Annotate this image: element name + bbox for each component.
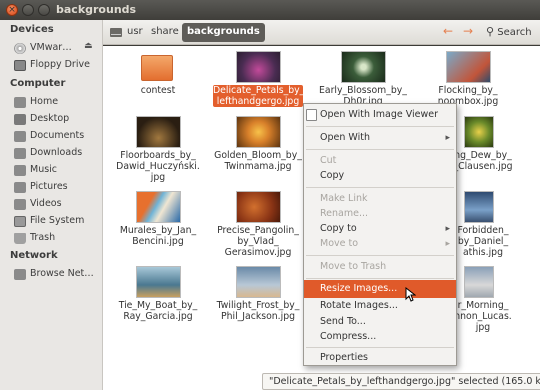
sidebar-item-label: VMwar… (30, 42, 72, 53)
menu-item-resize-images[interactable]: Resize Images... (304, 280, 456, 298)
forward-arrow-icon[interactable]: → (463, 24, 473, 38)
sidebar-item-documents[interactable]: Documents (14, 129, 103, 145)
menu-item-properties[interactable]: Properties (304, 349, 456, 367)
image-thumbnail (136, 191, 181, 223)
home-icon (14, 97, 26, 108)
file-label: Murales_by_Jan_ Bencini.jpg (119, 225, 197, 247)
sidebar-item-label: Floppy Drive (30, 59, 90, 70)
sidebar-item-music[interactable]: Music (14, 163, 103, 179)
menu-item-open-with[interactable]: Open With ▸ (304, 129, 456, 147)
minimize-window-button[interactable] (22, 4, 34, 16)
image-viewer-icon (306, 109, 317, 121)
image-thumbnail (236, 191, 281, 223)
downloads-icon (14, 148, 26, 159)
sidebar-item-trash[interactable]: Trash (14, 231, 103, 247)
music-icon (14, 165, 26, 176)
sidebar-item-desktop[interactable]: Desktop (14, 112, 103, 128)
sidebar-item-label: Documents (30, 130, 85, 141)
menu-item-move-to[interactable]: Move to ▸ (304, 235, 456, 253)
eject-icon[interactable]: ⏏ (84, 41, 93, 51)
sidebar-item-label: Pictures (30, 181, 68, 192)
image-thumbnail (236, 116, 281, 148)
pictures-icon (14, 182, 26, 193)
close-window-button[interactable]: × (6, 4, 18, 16)
file-label: Twilight_Frost_by_ Phil_Jackson.jpg (216, 300, 300, 322)
image-thumbnail (136, 116, 181, 148)
menu-item-open-with-image-viewer[interactable]: Open With Image Viewer (304, 106, 456, 124)
menu-separator (306, 347, 454, 348)
context-menu: Open With Image Viewer Open With ▸ Cut C… (303, 103, 457, 366)
sidebar-item-browse-network[interactable]: Browse Net… (14, 267, 103, 283)
sidebar-item-floppy[interactable]: Floppy Drive (14, 58, 103, 74)
menu-separator (306, 255, 454, 256)
close-icon: × (8, 5, 16, 15)
location-toolbar: usr share backgrounds ← → ⚲ Search (103, 20, 540, 45)
sidebar-item-label: Music (30, 164, 58, 175)
sidebar-item-videos[interactable]: Videos (14, 197, 103, 213)
search-icon: ⚲ (486, 25, 495, 38)
image-thumbnail (464, 191, 494, 223)
menu-separator (306, 126, 454, 127)
sidebar-item-label: File System (30, 215, 85, 226)
image-thumbnail (446, 51, 491, 83)
image-thumbnail (341, 51, 386, 83)
sidebar-item-label: Trash (30, 232, 56, 243)
sidebar-item-file-system[interactable]: File System (14, 214, 103, 230)
breadcrumb-backgrounds[interactable]: backgrounds (182, 23, 265, 42)
sidebar-item-label: Videos (30, 198, 62, 209)
sidebar-heading-computer: Computer (10, 78, 66, 89)
sidebar-item-downloads[interactable]: Downloads (14, 146, 103, 162)
sidebar-heading-devices: Devices (10, 24, 54, 35)
menu-item-compress[interactable]: Compress... (304, 328, 456, 346)
sidebar-item-pictures[interactable]: Pictures (14, 180, 103, 196)
sidebar-item-label: Desktop (30, 113, 70, 124)
back-arrow-icon[interactable]: ← (443, 24, 453, 38)
submenu-arrow-icon: ▸ (445, 239, 450, 249)
image-thumbnail (136, 266, 181, 298)
sidebar-item-label: Downloads (30, 147, 83, 158)
documents-icon (14, 131, 26, 142)
file-label: Floorboards_by_ Dawid_Huczyński. jpg (116, 150, 200, 183)
trash-icon (14, 233, 26, 244)
menu-item-copy[interactable]: Copy (304, 167, 456, 185)
sidebar-item-home[interactable]: Home (14, 95, 103, 111)
network-icon (14, 269, 26, 280)
disc-icon (14, 43, 26, 54)
maximize-window-button[interactable] (38, 4, 50, 16)
sidebar: Devices VMwar… ⏏ Floppy Drive Computer H… (0, 20, 103, 390)
sidebar-item-label: Home (30, 96, 59, 107)
floppy-icon (14, 60, 26, 71)
status-bar: "Delicate_Petals_by_lefthandgergo.jpg" s… (262, 373, 540, 390)
breadcrumb-usr[interactable]: usr (127, 26, 143, 37)
search-button[interactable]: ⚲ Search (486, 25, 532, 38)
image-thumbnail (236, 266, 281, 298)
mouse-cursor-icon (405, 287, 416, 302)
file-label: Golden_Bloom_by_ Twinmama.jpg (214, 150, 302, 172)
search-label: Search (497, 27, 532, 38)
window-title: backgrounds (56, 3, 137, 16)
desktop-icon (14, 114, 26, 125)
file-label-selected: Delicate_Petals_by_ lefthandgergo.jpg (213, 85, 305, 107)
menu-separator (306, 187, 454, 188)
menu-separator (306, 149, 454, 150)
sidebar-item-label: Browse Net… (30, 268, 94, 279)
breadcrumb-share[interactable]: share (151, 26, 179, 37)
harddrive-icon (14, 216, 26, 227)
menu-separator (306, 278, 454, 279)
file-label: Tie_My_Boat_by_ Ray_Garcia.jpg (118, 300, 198, 322)
videos-icon (14, 199, 26, 210)
folder-icon (141, 55, 173, 81)
menu-item-move-to-trash[interactable]: Move to Trash (304, 258, 456, 276)
harddrive-icon[interactable] (108, 25, 124, 40)
sidebar-heading-network: Network (10, 250, 58, 261)
file-label: Precise_Pangolin_ by_Vlad_ Gerasimov.jpg (217, 225, 299, 258)
image-thumbnail (236, 51, 281, 83)
image-thumbnail (464, 266, 494, 298)
submenu-arrow-icon: ▸ (445, 133, 450, 143)
sidebar-item-vmware[interactable]: VMwar… ⏏ (14, 41, 103, 57)
image-thumbnail (464, 116, 494, 148)
title-bar: × backgrounds (0, 0, 540, 20)
file-label: contest (140, 85, 176, 96)
